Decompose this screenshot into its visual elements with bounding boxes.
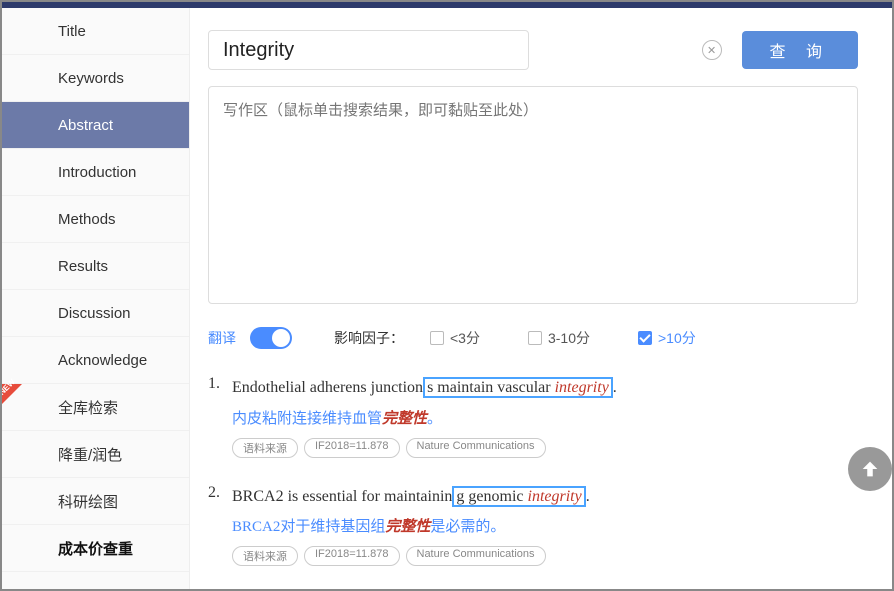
zh-highlight: 完整性: [382, 411, 427, 427]
checkbox-label: >10分: [658, 328, 696, 348]
highlight-box: s maintain vascular integrity: [423, 377, 613, 398]
sidebar-label: 降重/润色: [58, 444, 122, 465]
checkbox-box-checked: [638, 331, 652, 345]
zh-post: 。: [427, 411, 442, 427]
sidebar-item-discussion[interactable]: Discussion: [2, 290, 189, 337]
checkbox-label: 3-10分: [548, 328, 590, 348]
result-zh-text: 内皮粘附连接维持血管完整性。: [232, 407, 858, 428]
sidebar-label: Results: [58, 258, 108, 275]
sidebar-item-keywords[interactable]: Keywords: [2, 55, 189, 102]
zh-pre: BRCA2对于维持基因组: [232, 519, 385, 535]
search-row: ✕ 查 询: [208, 30, 858, 70]
sidebar-label: Title: [58, 23, 86, 40]
search-input[interactable]: [208, 30, 529, 70]
app-frame: Title Keywords Abstract Introduction Met…: [0, 0, 894, 591]
sidebar-item-introduction[interactable]: Introduction: [2, 149, 189, 196]
sidebar-item-rewrite[interactable]: 降重/润色: [2, 431, 189, 478]
checkbox-box: [430, 331, 444, 345]
result-zh-text: BRCA2对于维持基因组完整性是必需的。: [232, 515, 858, 536]
arrow-up-icon: [859, 458, 881, 480]
checkbox-lt3[interactable]: <3分: [430, 328, 480, 348]
translate-toggle[interactable]: [250, 327, 292, 349]
checkbox-gt10[interactable]: >10分: [638, 328, 696, 348]
en-box: g genomic: [456, 488, 527, 505]
zh-pre: 内皮粘附连接维持血管: [232, 411, 382, 427]
zh-post: 是必需的。: [430, 519, 505, 535]
zh-highlight: 完整性: [385, 519, 430, 535]
tag-journal[interactable]: Nature Communications: [406, 546, 546, 566]
query-button[interactable]: 查 询: [742, 31, 858, 69]
tag-if[interactable]: IF2018=11.878: [304, 546, 400, 566]
highlight-box: g genomic integrity: [452, 486, 585, 507]
impact-factor-label: 影响因子：: [334, 328, 404, 348]
result-number: 1.: [208, 375, 228, 393]
translate-label: 翻译: [208, 328, 236, 348]
tag-source[interactable]: 语料来源: [232, 546, 298, 566]
en-pre: Endothelial adherens junction: [232, 379, 423, 396]
result-body: Endothelial adherens junctions maintain …: [232, 375, 858, 458]
checkbox-label: <3分: [450, 328, 480, 348]
sidebar-label: 全库检索: [58, 397, 118, 418]
en-pre: BRCA2 is essential for maintainin: [232, 488, 452, 505]
container: Title Keywords Abstract Introduction Met…: [2, 8, 892, 589]
result-tags: 语料来源 IF2018=11.878 Nature Communications: [232, 546, 858, 566]
sidebar-label: Abstract: [58, 117, 113, 134]
sidebar-item-fullsearch[interactable]: NEW 全库检索: [2, 384, 189, 431]
sidebar-item-acknowledge[interactable]: Acknowledge: [2, 337, 189, 384]
tag-source[interactable]: 语料来源: [232, 438, 298, 458]
sidebar-label: 科研绘图: [58, 491, 118, 512]
tag-if[interactable]: IF2018=11.878: [304, 438, 400, 458]
sidebar-label: Introduction: [58, 164, 136, 181]
result-item[interactable]: 2. BRCA2 is essential for maintaining ge…: [208, 484, 858, 567]
filter-row: 翻译 影响因子： <3分 3-10分 >10分: [208, 327, 858, 349]
clear-icon[interactable]: ✕: [702, 40, 722, 60]
main-panel: ✕ 查 询 翻译 影响因子： <3分 3-10分 >10分 1. Endoth: [190, 8, 892, 589]
sidebar-item-abstract[interactable]: Abstract: [2, 102, 189, 149]
sidebar-item-results[interactable]: Results: [2, 243, 189, 290]
highlight-word: integrity: [555, 379, 609, 396]
checkbox-3to10[interactable]: 3-10分: [528, 328, 590, 348]
result-item[interactable]: 1. Endothelial adherens junctions mainta…: [208, 375, 858, 458]
sidebar-item-methods[interactable]: Methods: [2, 196, 189, 243]
scroll-to-top-button[interactable]: [848, 447, 892, 491]
sidebar: Title Keywords Abstract Introduction Met…: [2, 8, 190, 589]
tag-journal[interactable]: Nature Communications: [406, 438, 546, 458]
sidebar-label: Acknowledge: [58, 352, 147, 369]
search-wrap: ✕: [208, 30, 732, 70]
sidebar-label: 成本价查重: [58, 538, 133, 559]
en-post: .: [613, 379, 617, 396]
checkbox-box: [528, 331, 542, 345]
sidebar-item-title[interactable]: Title: [2, 8, 189, 55]
sidebar-item-plagiarism[interactable]: 成本价查重: [2, 525, 189, 572]
en-post: .: [586, 488, 590, 505]
results-list: 1. Endothelial adherens junctions mainta…: [208, 375, 858, 566]
toggle-knob: [272, 329, 290, 347]
result-tags: 语料来源 IF2018=11.878 Nature Communications: [232, 438, 858, 458]
writing-textarea[interactable]: [208, 86, 858, 304]
en-box: s maintain vascular: [427, 379, 555, 396]
result-en-text: Endothelial adherens junctions maintain …: [232, 379, 617, 396]
sidebar-item-figure[interactable]: 科研绘图: [2, 478, 189, 525]
sidebar-label: Discussion: [58, 305, 131, 322]
result-en-text: BRCA2 is essential for maintaining genom…: [232, 488, 590, 505]
highlight-word: integrity: [528, 488, 582, 505]
result-body: BRCA2 is essential for maintaining genom…: [232, 484, 858, 567]
result-number: 2.: [208, 484, 228, 502]
sidebar-label: Keywords: [58, 70, 124, 87]
sidebar-label: Methods: [58, 211, 116, 228]
